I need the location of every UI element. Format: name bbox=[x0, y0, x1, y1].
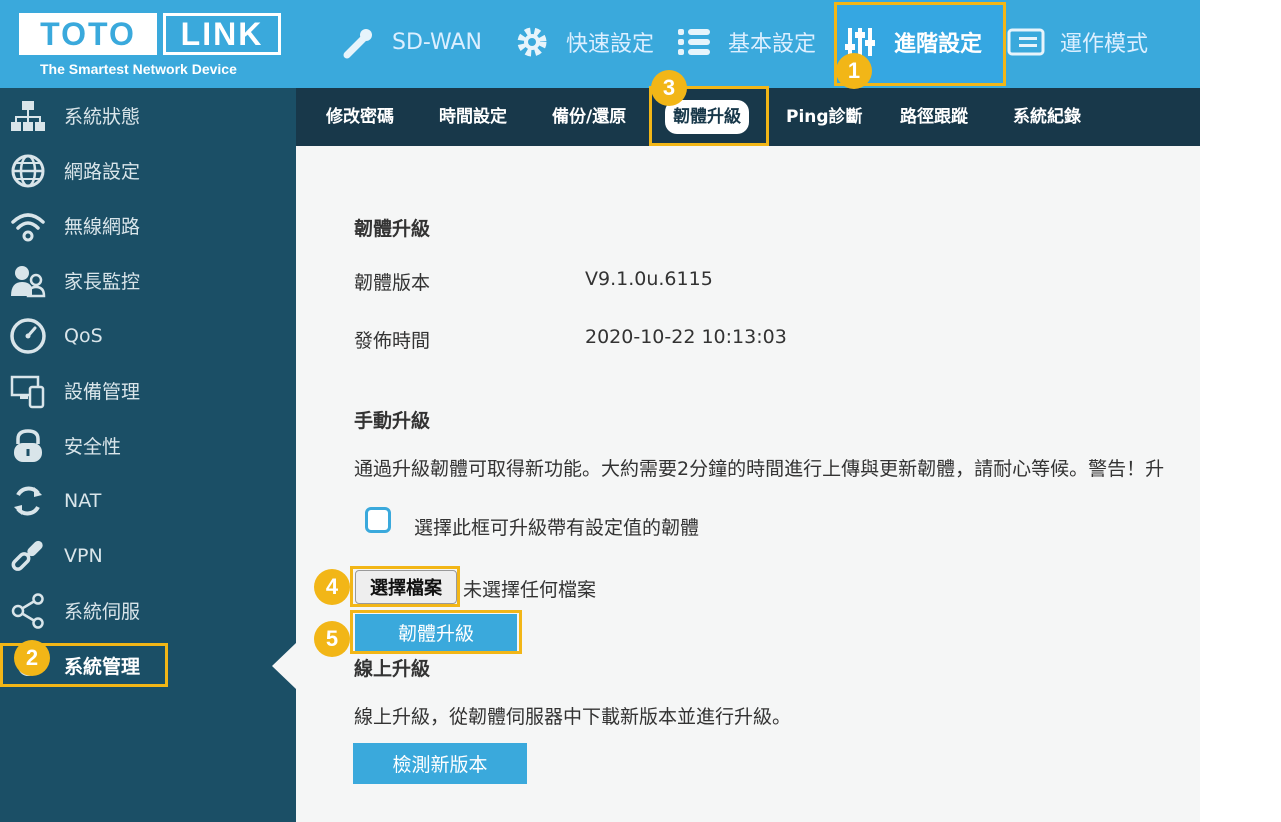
tab-system-log[interactable]: 系統紀錄 bbox=[1013, 88, 1081, 146]
release-date-value: 2020-10-22 10:13:03 bbox=[585, 326, 787, 348]
sidebar-item-label: 安全性 bbox=[64, 436, 122, 458]
sidebar-item-network-settings[interactable]: 網路設定 bbox=[0, 143, 296, 198]
tab-traceroute[interactable]: 路徑跟蹤 bbox=[900, 88, 968, 146]
parental-icon bbox=[6, 259, 50, 303]
sidebar-item-label: 無線網路 bbox=[64, 216, 141, 238]
gauge-icon bbox=[6, 314, 50, 358]
online-upgrade-title: 線上升級 bbox=[354, 658, 431, 680]
annotation-badge-5: 5 bbox=[314, 621, 350, 657]
manual-upgrade-description: 通過升級韌體可取得新功能。大約需要2分鐘的時間進行上傳與更新韌體，請耐心等候。警… bbox=[354, 458, 1165, 480]
annotation-badge-4: 4 bbox=[314, 569, 350, 605]
sidebar-item-wireless[interactable]: 無線網路 bbox=[0, 198, 296, 253]
topnav-label: 基本設定 bbox=[728, 32, 817, 57]
sidebar: 系統狀態 網路設定 無線網路 家長監控 QoS 設備管理 安全性 NAT VPN… bbox=[0, 88, 296, 822]
tab-ping-diagnosis[interactable]: Ping診斷 bbox=[786, 88, 863, 146]
sidebar-item-parental-control[interactable]: 家長監控 bbox=[0, 253, 296, 308]
brand-logo: TOTO LINK The Smartest Network Device bbox=[0, 0, 296, 88]
topnav-label: 運作模式 bbox=[1060, 32, 1149, 57]
wrench-icon bbox=[338, 22, 378, 62]
sidebar-item-label: 家長監控 bbox=[64, 271, 141, 293]
sidebar-item-label: 系統狀態 bbox=[64, 106, 141, 128]
globe-icon bbox=[6, 149, 50, 193]
manual-upgrade-title: 手動升級 bbox=[354, 410, 431, 432]
keep-settings-checkbox[interactable] bbox=[365, 507, 391, 533]
topnav-label: SD-WAN bbox=[392, 29, 483, 55]
sidebar-item-label: VPN bbox=[64, 544, 103, 567]
annotation-badge-2: 2 bbox=[14, 640, 50, 676]
sidebar-item-security[interactable]: 安全性 bbox=[0, 418, 296, 473]
router-admin-page: TOTO LINK The Smartest Network Device SD… bbox=[0, 0, 1200, 822]
logo-link: LINK bbox=[163, 13, 281, 55]
wifi-icon bbox=[6, 204, 50, 248]
online-upgrade-description: 線上升級，從韌體伺服器中下載新版本並進行升級。 bbox=[354, 706, 792, 728]
sidebar-item-label: 網路設定 bbox=[64, 161, 141, 183]
sidebar-item-nat[interactable]: NAT bbox=[0, 473, 296, 528]
brand-tagline: The Smartest Network Device bbox=[40, 61, 237, 77]
tab-backup-restore[interactable]: 備份/還原 bbox=[552, 88, 626, 146]
tab-change-password[interactable]: 修改密碼 bbox=[326, 88, 394, 146]
firmware-version-label: 韌體版本 bbox=[354, 272, 431, 294]
keep-settings-label: 選擇此框可升級帶有設定值的韌體 bbox=[414, 517, 700, 539]
active-indicator-caret bbox=[272, 643, 296, 689]
sidebar-item-system-service[interactable]: 系統伺服 bbox=[0, 583, 296, 638]
top-header: TOTO LINK The Smartest Network Device SD… bbox=[0, 0, 1200, 88]
topnav-operation-mode[interactable]: 運作模式 bbox=[1006, 0, 1148, 84]
sidebar-item-vpn[interactable]: VPN bbox=[0, 528, 296, 583]
logo-toto: TOTO bbox=[19, 13, 157, 55]
topnav-label: 快速設定 bbox=[566, 32, 655, 57]
sidebar-item-label: NAT bbox=[64, 489, 102, 512]
topnav-sd-wan[interactable]: SD-WAN bbox=[338, 0, 482, 84]
highlight-box-5 bbox=[350, 610, 522, 654]
sidebar-item-label: 系統伺服 bbox=[64, 601, 141, 623]
devices-icon bbox=[6, 369, 50, 413]
firmware-section-title: 韌體升級 bbox=[354, 218, 431, 240]
annotation-badge-3: 3 bbox=[651, 70, 687, 106]
card-icon bbox=[1006, 22, 1046, 62]
firmware-version-value: V9.1.0u.6115 bbox=[585, 268, 713, 290]
link-icon bbox=[6, 534, 50, 578]
network-icon bbox=[6, 94, 50, 138]
refresh-icon bbox=[6, 479, 50, 523]
topnav-quick-setup[interactable]: 快速設定 bbox=[512, 0, 654, 84]
file-status-text: 未選擇任何檔案 bbox=[463, 579, 597, 601]
sidebar-item-system-status[interactable]: 系統狀態 bbox=[0, 88, 296, 143]
release-date-label: 發佈時間 bbox=[354, 330, 431, 352]
sidebar-item-qos[interactable]: QoS bbox=[0, 308, 296, 363]
check-new-version-button[interactable]: 檢測新版本 bbox=[353, 743, 527, 784]
highlight-box-4 bbox=[350, 566, 460, 607]
sidebar-item-device-management[interactable]: 設備管理 bbox=[0, 363, 296, 418]
gear-icon bbox=[512, 22, 552, 62]
share-icon bbox=[6, 589, 50, 633]
sidebar-item-label: 設備管理 bbox=[64, 381, 141, 403]
tab-time-setting[interactable]: 時間設定 bbox=[439, 88, 507, 146]
sidebar-item-label: QoS bbox=[64, 324, 103, 347]
list-icon bbox=[674, 22, 714, 62]
topnav-basic-setup[interactable]: 基本設定 bbox=[674, 0, 816, 84]
lock-icon bbox=[6, 424, 50, 468]
annotation-badge-1: 1 bbox=[836, 53, 872, 89]
